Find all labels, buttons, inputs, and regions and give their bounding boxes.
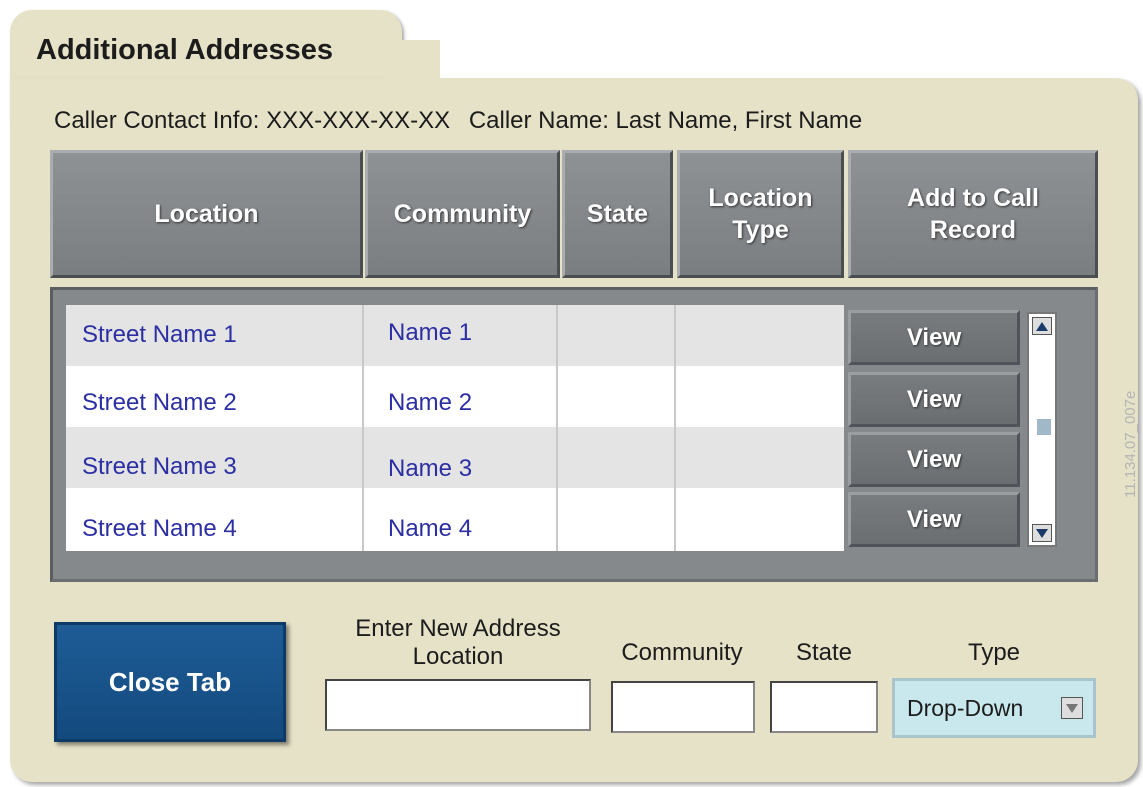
row-2-community[interactable]: Name 2 [388,389,472,417]
column-divider [556,305,558,551]
state-input[interactable] [770,681,878,733]
table-body: Street Name 1 Name 1 Street Name 2 Name … [66,305,844,551]
caller-info: Caller Contact Info: XXX-XXX-XX-XX Calle… [54,107,874,135]
row-2-location[interactable]: Street Name 2 [82,389,237,417]
column-header-community[interactable]: Community [365,150,560,278]
scroll-up-icon[interactable] [1032,317,1052,335]
type-label: Type [967,639,1021,666]
column-divider [362,305,364,551]
column-header-state[interactable]: State [562,150,673,278]
type-dropdown-value: Drop-Down [907,694,1024,721]
view-button-row-1[interactable]: View [848,310,1020,365]
scroll-thumb[interactable] [1037,419,1051,435]
state-label: State [795,639,853,666]
caller-name: Caller Name: Last Name, First Name [468,107,863,134]
table-scrollbar[interactable] [1027,312,1057,547]
view-button-row-3[interactable]: View [848,432,1020,487]
view-button-row-4[interactable]: View [848,492,1020,547]
close-tab-button[interactable]: Close Tab [54,622,286,742]
row-4-location[interactable]: Street Name 4 [82,515,237,543]
tab-curve [385,40,440,95]
address-location-input[interactable] [325,679,591,731]
view-button-row-2[interactable]: View [848,372,1020,427]
column-header-location-type[interactable]: Location Type [677,150,844,278]
row-1-community[interactable]: Name 1 [388,319,472,347]
row-1-location[interactable]: Street Name 1 [82,321,237,349]
community-input[interactable] [611,681,755,733]
address-location-label: Enter New Address Location [355,615,561,670]
column-header-location[interactable]: Location [50,150,363,278]
chevron-down-icon[interactable] [1061,697,1083,719]
type-dropdown[interactable]: Drop-Down [892,678,1096,738]
column-divider [674,305,676,551]
tab-title[interactable]: Additional Addresses [36,34,333,67]
row-3-community[interactable]: Name 3 [388,455,472,483]
column-header-add-to-call-record[interactable]: Add to Call Record [848,150,1098,278]
figure-id-watermark: 11.134.07_007e [1122,390,1139,498]
community-label: Community [621,639,743,666]
scroll-down-icon[interactable] [1032,524,1052,542]
caller-contact-info: Caller Contact Info: XXX-XXX-XX-XX [54,107,451,134]
row-4-community[interactable]: Name 4 [388,515,472,543]
row-3-location[interactable]: Street Name 3 [82,453,237,481]
